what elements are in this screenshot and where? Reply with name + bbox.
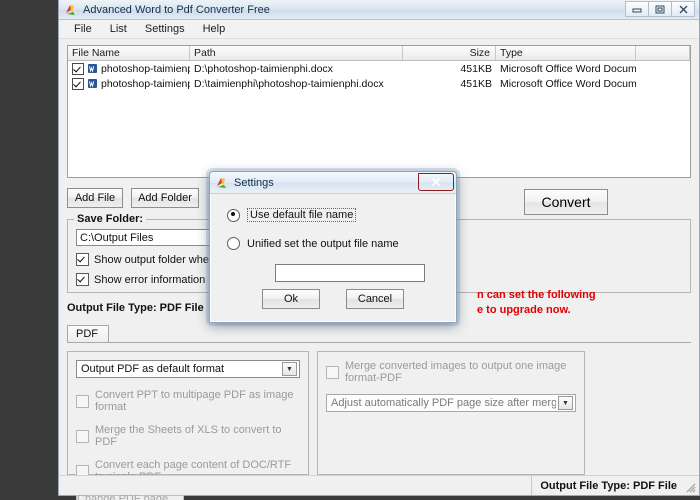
save-folder-label: Save Folder:: [74, 213, 147, 225]
adjust-page-size-value: Adjust automatically PDF page size after…: [331, 397, 556, 409]
unified-name-option[interactable]: Unified set the output file name: [227, 237, 439, 250]
use-default-name-option[interactable]: Use default file name: [227, 208, 439, 222]
column-header-extra[interactable]: [636, 46, 690, 60]
use-default-name-radio[interactable]: [227, 208, 240, 222]
merge-xls-label: Merge the Sheets of XLS to convert to PD…: [95, 424, 282, 448]
file-name-cell: photoshop-taimienphi: [68, 77, 190, 90]
word-document-icon: [87, 78, 98, 89]
convert-ppt-label: Convert PPT to multipage PDF as image fo…: [95, 389, 294, 413]
merge-images-option: Merge converted images to output one ima…: [326, 360, 576, 384]
change-page-settings-button: Change PDF page settings: [76, 493, 184, 500]
cancel-button[interactable]: Cancel: [346, 289, 404, 309]
unified-name-label: Unified set the output file name: [247, 237, 399, 250]
show-output-folder-checkbox[interactable]: [76, 253, 89, 266]
table-row[interactable]: photoshop-taimienphi D:\taimienphi\photo…: [68, 76, 690, 91]
file-name-cell: photoshop-taimienphi: [68, 62, 190, 75]
chevron-down-icon[interactable]: ▼: [558, 396, 573, 410]
menu-item-help[interactable]: Help: [194, 21, 235, 37]
unified-name-radio[interactable]: [227, 237, 240, 250]
tab-pdf[interactable]: PDF: [67, 325, 109, 342]
resize-grip-icon[interactable]: [684, 480, 696, 493]
chevron-down-icon[interactable]: ▼: [282, 362, 297, 376]
settings-panels: Output PDF as default format ▼ Convert P…: [67, 342, 691, 500]
column-header-type[interactable]: Type: [496, 46, 636, 60]
table-row[interactable]: photoshop-taimienphi D:\photoshop-taimie…: [68, 61, 690, 76]
merge-xls-option: Merge the Sheets of XLS to convert to PD…: [76, 424, 300, 448]
upgrade-promo-line-2: e to upgrade now.: [477, 304, 571, 316]
file-path-cell: D:\photoshop-taimienphi.docx: [194, 62, 333, 75]
status-bar: Output File Type: PDF File: [59, 475, 699, 495]
file-name-text: photoshop-taimienphi: [101, 62, 190, 75]
menu-item-file[interactable]: File: [65, 21, 101, 37]
maximize-button[interactable]: [648, 1, 672, 17]
ok-button[interactable]: Ok: [262, 289, 320, 309]
menu-item-settings[interactable]: Settings: [136, 21, 194, 37]
dialog-logo-icon: [215, 176, 229, 190]
tab-strip: PDF: [67, 324, 691, 342]
dialog-title: Settings: [234, 176, 274, 189]
window-controls: [625, 1, 695, 17]
window-title: Advanced Word to Pdf Converter Free: [83, 3, 270, 16]
file-name-text: photoshop-taimienphi: [101, 77, 190, 90]
file-size-cell: 451KB: [460, 62, 492, 75]
dialog-button-row: Ok Cancel: [211, 289, 455, 309]
merge-xls-checkbox: [76, 429, 89, 443]
upgrade-promo-line-1: n can set the following: [477, 289, 596, 301]
column-header-path[interactable]: Path: [190, 46, 403, 60]
file-size-cell: 451KB: [460, 77, 492, 90]
window-titlebar: Advanced Word to Pdf Converter Free: [59, 0, 699, 20]
pdf-options-panel: Output PDF as default format ▼ Convert P…: [67, 351, 309, 500]
menu-item-list[interactable]: List: [101, 21, 136, 37]
file-list[interactable]: File Name Path Size Type photoshop-taimi…: [67, 45, 691, 178]
minimize-button[interactable]: [625, 1, 649, 17]
add-folder-button[interactable]: Add Folder: [131, 188, 199, 208]
settings-dialog: Settings Use default file name Unified s…: [209, 171, 457, 323]
use-default-name-label: Use default file name: [247, 208, 357, 222]
upgrade-promo-text: n can set the following e to upgrade now…: [477, 288, 699, 318]
row-checkbox[interactable]: [72, 77, 84, 90]
file-list-header: File Name Path Size Type: [68, 46, 690, 61]
output-format-combo[interactable]: Output PDF as default format ▼: [76, 360, 300, 378]
word-document-icon: [87, 63, 98, 74]
convert-ppt-checkbox: [76, 394, 89, 408]
dialog-close-button[interactable]: [418, 173, 454, 191]
file-type-cell: Microsoft Office Word Document: [500, 62, 636, 75]
dialog-titlebar: Settings: [210, 172, 456, 194]
convert-button[interactable]: Convert: [524, 189, 608, 215]
merge-images-checkbox: [326, 365, 339, 379]
app-logo-icon: [64, 3, 78, 17]
output-file-name-input[interactable]: [275, 264, 425, 282]
convert-ppt-option: Convert PPT to multipage PDF as image fo…: [76, 389, 300, 413]
close-button[interactable]: [671, 1, 695, 17]
column-header-size[interactable]: Size: [403, 46, 496, 60]
output-format-value: Output PDF as default format: [81, 363, 225, 375]
dialog-body: Use default file name Unified set the ou…: [210, 194, 456, 322]
desktop-background: Advanced Word to Pdf Converter Free File…: [0, 0, 700, 500]
file-path-cell: D:\taimienphi\photoshop-taimienphi.docx: [194, 77, 384, 90]
status-output-type: Output File Type: PDF File: [531, 476, 699, 495]
adjust-page-size-combo[interactable]: Adjust automatically PDF page size after…: [326, 394, 576, 412]
file-type-cell: Microsoft Office Word Document: [500, 77, 636, 90]
menu-bar: File List Settings Help: [59, 20, 699, 39]
show-error-info-checkbox[interactable]: [76, 273, 89, 286]
row-checkbox[interactable]: [72, 62, 84, 75]
column-header-file-name[interactable]: File Name: [68, 46, 190, 60]
add-file-button[interactable]: Add File: [67, 188, 123, 208]
merge-images-label: Merge converted images to output one ima…: [345, 360, 567, 384]
image-options-panel: Merge converted images to output one ima…: [317, 351, 585, 475]
